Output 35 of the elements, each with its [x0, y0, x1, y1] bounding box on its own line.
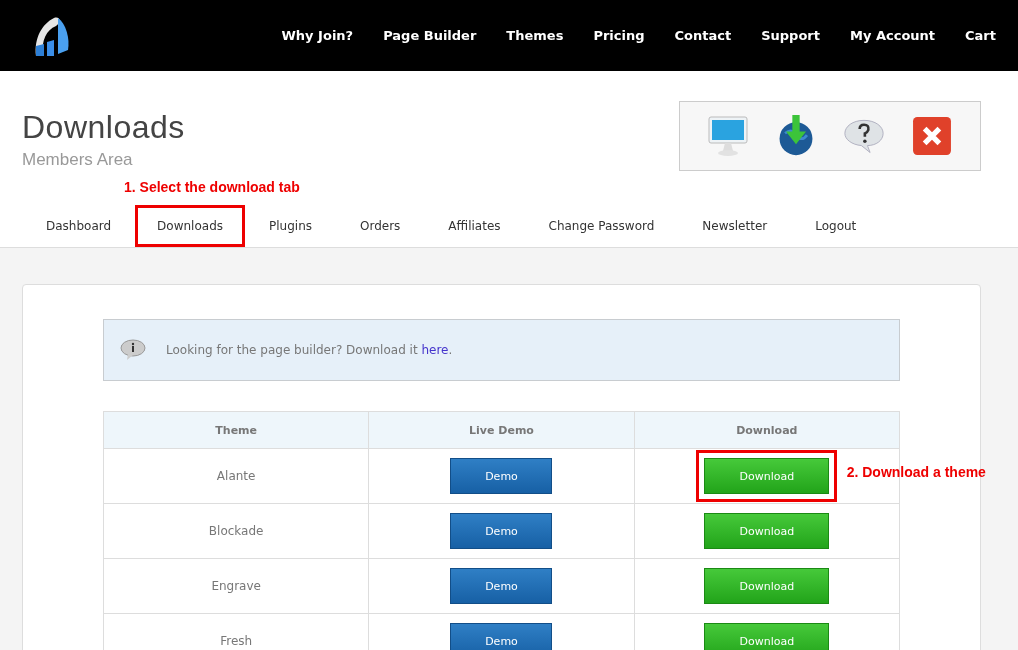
column-header: Download — [634, 411, 900, 449]
demo-button[interactable]: Demo — [450, 458, 553, 494]
tab[interactable]: Change Password — [524, 205, 679, 247]
demo-button[interactable]: Demo — [450, 568, 553, 604]
nav-link[interactable]: Contact — [659, 28, 747, 43]
nav-link[interactable]: Why Join? — [266, 28, 369, 43]
page-subtitle: Members Area — [22, 150, 134, 170]
page-title: Downloads — [22, 109, 185, 146]
info-bubble-icon — [120, 339, 146, 361]
tab[interactable]: Plugins — [245, 205, 336, 247]
tab[interactable]: Downloads — [135, 205, 245, 247]
tab[interactable]: Newsletter — [678, 205, 792, 247]
tab[interactable]: Orders — [336, 205, 425, 247]
nav-link[interactable]: My Account — [834, 28, 951, 43]
tab[interactable]: Affiliates — [424, 205, 525, 247]
table-cell: Fresh — [103, 613, 369, 650]
annotation-text: 1. Select the download tab — [124, 179, 300, 195]
column-header: Live Demo — [368, 411, 635, 449]
table-cell: Blockade — [103, 503, 369, 559]
notice-text: Looking for the page builder? Download it here. — [166, 343, 453, 357]
annotation-text: 2. Download a theme — [846, 464, 986, 480]
table-cell: Engrave — [103, 558, 369, 614]
nav-link[interactable]: Cart — [950, 28, 996, 43]
nav-link[interactable]: Pricing — [578, 28, 660, 43]
tab[interactable]: Logout — [791, 205, 881, 247]
demo-button[interactable]: Demo — [450, 623, 553, 650]
nav-link[interactable]: Page Builder — [368, 28, 492, 43]
nav-link[interactable]: Themes — [491, 28, 579, 43]
tab[interactable]: Dashboard — [22, 205, 136, 247]
monitor-icon[interactable] — [708, 115, 748, 157]
demo-button[interactable]: Demo — [450, 513, 553, 549]
nav-link[interactable]: Support — [746, 28, 835, 43]
table-cell: Alante — [103, 448, 369, 504]
close-icon[interactable] — [912, 115, 952, 157]
column-header: Theme — [103, 411, 369, 449]
